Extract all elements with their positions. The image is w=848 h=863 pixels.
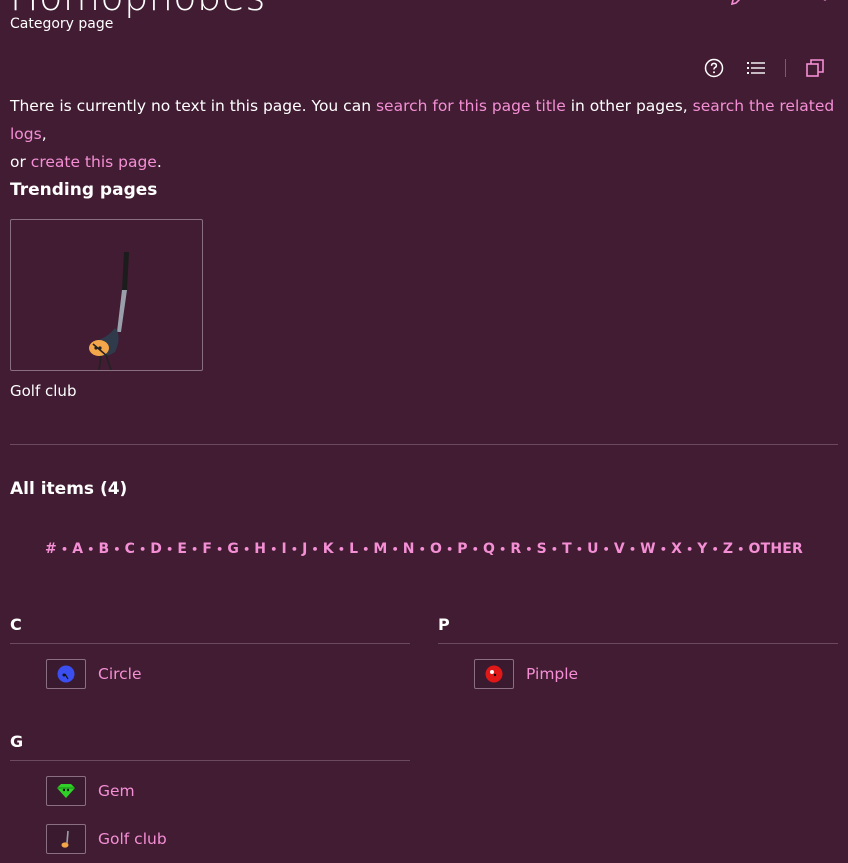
toolbar-separator — [785, 59, 786, 77]
alpha-link-v[interactable]: V — [614, 541, 625, 557]
pimple-character-icon — [474, 659, 514, 689]
alpha-link-o[interactable]: O — [430, 541, 442, 557]
trending-card-golf-club[interactable] — [10, 219, 203, 371]
category-group-c: C Circle — [10, 615, 410, 698]
alpha-link-h[interactable]: H — [254, 541, 266, 557]
list-item-pimple[interactable]: Pimple — [438, 650, 838, 698]
circle-character-icon — [46, 659, 86, 689]
group-divider — [438, 643, 838, 644]
notice-text: or — [10, 153, 31, 171]
golf-club-character-icon — [89, 252, 129, 371]
help-icon[interactable] — [703, 57, 725, 79]
no-content-notice: There is currently no text in this page.… — [10, 92, 840, 176]
group-letter: P — [438, 615, 450, 634]
all-items-heading: All items (4) — [10, 479, 128, 499]
notice-text: , — [41, 125, 47, 143]
golf-club-character-icon — [46, 824, 86, 854]
alpha-link-d[interactable]: D — [150, 541, 162, 557]
notice-text: . — [156, 153, 162, 171]
more-icon[interactable] — [822, 0, 828, 11]
alpha-link-w[interactable]: W — [640, 541, 656, 557]
group-divider — [10, 643, 410, 644]
alpha-link-f[interactable]: F — [202, 541, 212, 557]
page-subtitle: Category page — [10, 16, 114, 32]
alpha-link-other[interactable]: OTHER — [748, 541, 803, 557]
list-item-circle[interactable]: Circle — [10, 650, 410, 698]
item-label: Golf club — [98, 830, 167, 848]
page-tools — [683, 57, 826, 79]
alpha-link-a[interactable]: A — [72, 541, 83, 557]
category-group-g: G Gem Golf club — [10, 732, 410, 863]
alpha-link-hash[interactable]: # — [45, 541, 57, 557]
trending-item-label: Golf club — [10, 382, 77, 400]
item-label: Pimple — [526, 665, 579, 683]
alpha-link-b[interactable]: B — [98, 541, 109, 557]
alpha-link-u[interactable]: U — [587, 541, 599, 557]
alpha-link-m[interactable]: M — [373, 541, 387, 557]
alpha-link-n[interactable]: N — [403, 541, 415, 557]
alpha-link-t[interactable]: T — [562, 541, 572, 557]
alpha-link-q[interactable]: Q — [483, 541, 495, 557]
edit-icon[interactable] — [730, 0, 752, 11]
alpha-link-e[interactable]: E — [177, 541, 187, 557]
alpha-link-z[interactable]: Z — [723, 541, 733, 557]
trending-heading: Trending pages — [10, 180, 158, 200]
alpha-link-g[interactable]: G — [227, 541, 239, 557]
alpha-link-c[interactable]: C — [125, 541, 135, 557]
list-item-golf-club[interactable]: Golf club — [10, 815, 410, 863]
alpha-link-p[interactable]: P — [457, 541, 467, 557]
table-of-contents-icon[interactable] — [745, 57, 767, 79]
notice-text: There is currently no text in this page.… — [10, 97, 376, 115]
alpha-link-l[interactable]: L — [349, 541, 358, 557]
item-label: Circle — [98, 665, 142, 683]
alpha-link-s[interactable]: S — [537, 541, 547, 557]
top-actions — [660, 0, 828, 11]
alpha-link-r[interactable]: R — [510, 541, 521, 557]
list-item-gem[interactable]: Gem — [10, 767, 410, 815]
section-divider — [10, 444, 838, 445]
alphabet-nav: # • A • B • C • D • E • F • G • H • I • J • K • L • M • N • O • P • Q • R • S •… — [45, 541, 803, 557]
group-letter: C — [10, 615, 22, 634]
notice-text: in other pages, — [565, 97, 693, 115]
alpha-link-x[interactable]: X — [671, 541, 682, 557]
search-page-title-link[interactable]: search for this page title — [376, 97, 566, 115]
alpha-link-j[interactable]: J — [302, 541, 307, 557]
create-page-link[interactable]: create this page — [31, 153, 157, 171]
group-divider — [10, 760, 410, 761]
group-letter: G — [10, 732, 24, 751]
page-title: Homophobes — [10, 0, 266, 16]
copy-icon[interactable] — [804, 57, 826, 79]
gem-character-icon — [46, 776, 86, 806]
alpha-link-i[interactable]: I — [281, 541, 286, 557]
item-label: Gem — [98, 782, 135, 800]
alpha-link-y[interactable]: Y — [697, 541, 707, 557]
alpha-link-k[interactable]: K — [323, 541, 334, 557]
category-group-p: P Pimple — [438, 615, 838, 698]
